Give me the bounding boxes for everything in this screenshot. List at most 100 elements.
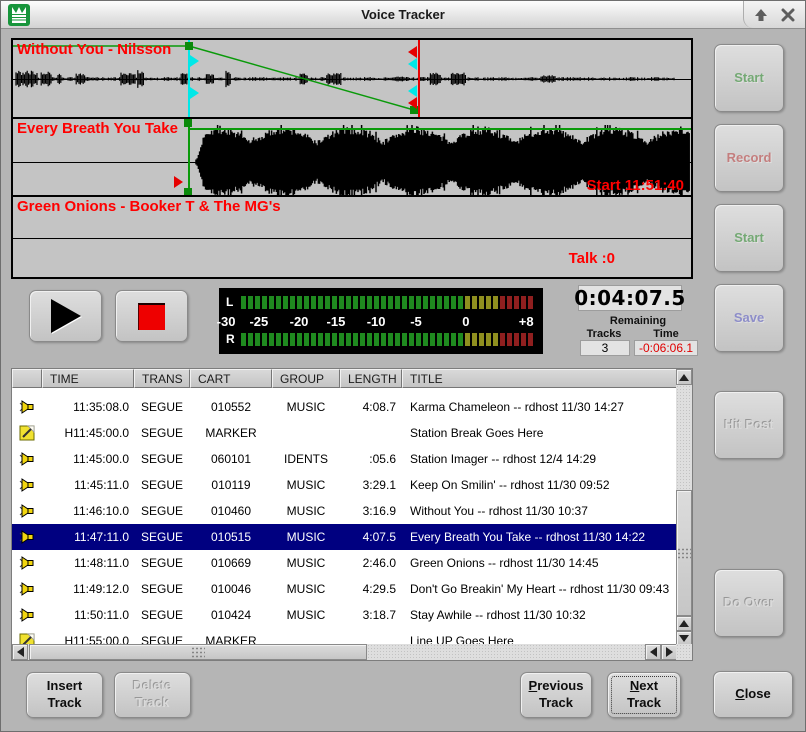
log-header-TITLE[interactable]: TITLE	[402, 369, 677, 388]
start-marker-handle-icon[interactable]	[174, 176, 183, 188]
log-rows-viewport[interactable]: 11:35:08.0SEGUE010552MUSIC4:08.7Karma Ch…	[12, 388, 677, 646]
log-row[interactable]: 11:45:11.0SEGUE010119MUSIC3:29.1Keep On …	[12, 472, 677, 498]
vscroll-thumb[interactable]	[676, 490, 692, 616]
track-panel-2[interactable]: Every Breath You Take Start 11:51:40	[13, 117, 691, 195]
track-3-title: Green Onions - Booker T & The MG's	[17, 198, 281, 215]
previous-track-button[interactable]: PreviousTrack	[520, 672, 592, 718]
save-button[interactable]: Save	[714, 284, 784, 352]
scroll-left-icon[interactable]	[645, 644, 661, 660]
log-row[interactable]: 11:35:08.0SEGUE010552MUSIC4:08.7Karma Ch…	[12, 394, 677, 420]
segue-marker-handle-icon[interactable]	[408, 85, 417, 97]
audio-cart-icon	[19, 503, 36, 519]
scroll-up-icon[interactable]	[676, 369, 692, 385]
titlebar-controls	[743, 1, 805, 28]
scroll-up-icon[interactable]	[676, 616, 692, 631]
close-window-icon[interactable]	[777, 5, 799, 25]
hit-post-button[interactable]: Hit Post	[714, 391, 784, 459]
start-track3-button[interactable]: Start	[714, 204, 784, 272]
log-row[interactable]: 11:48:11.0SEGUE010669MUSIC2:46.0Green On…	[12, 550, 677, 576]
end-marker-handle-icon[interactable]	[408, 46, 417, 58]
log-cell: MUSIC	[272, 400, 340, 414]
segue-marker-handle-icon[interactable]	[408, 58, 417, 70]
titlebar[interactable]: Voice Tracker	[1, 1, 805, 29]
meter-segment	[402, 296, 407, 309]
start-track1-button[interactable]: Start	[714, 44, 784, 112]
meter-segment	[423, 296, 428, 309]
log-cell: Every Breath You Take -- rdhost 11/30 14…	[402, 530, 677, 544]
log-cell: 4:07.5	[340, 530, 402, 544]
envelope-handle[interactable]	[185, 42, 193, 50]
log-row[interactable]: 11:47:11.0SEGUE010515MUSIC4:07.5Every Br…	[12, 524, 677, 550]
log-header-CART[interactable]: CART	[190, 369, 272, 388]
log-cell: Station Break Goes Here	[402, 426, 677, 440]
meter-segment	[430, 296, 435, 309]
audio-cart-icon	[19, 399, 36, 415]
log-row[interactable]: 11:46:10.0SEGUE010460MUSIC3:16.9Without …	[12, 498, 677, 524]
marker-note-icon	[19, 425, 35, 441]
log-cell: 11:48:11.0	[42, 556, 134, 570]
remaining-tracks-value: 3	[580, 340, 630, 356]
log-cell: Green Onions -- rdhost 11/30 14:45	[402, 556, 677, 570]
envelope-handle[interactable]	[184, 119, 192, 127]
shade-window-icon[interactable]	[750, 5, 772, 25]
envelope-handle[interactable]	[184, 188, 192, 195]
log-cell: SEGUE	[134, 530, 190, 544]
scroll-right-icon[interactable]	[661, 644, 677, 660]
end-marker-handle-icon[interactable]	[408, 97, 417, 109]
segue-start-marker-line[interactable]	[188, 40, 190, 117]
meter-segment	[339, 296, 344, 309]
segue-marker-handle-icon[interactable]	[190, 55, 199, 67]
log-header-LENGTH[interactable]: LENGTH	[340, 369, 402, 388]
stop-button[interactable]	[115, 290, 188, 342]
insert-track-button[interactable]: InsertTrack	[26, 672, 103, 718]
meter-segment	[444, 333, 449, 346]
audio-level-meter: L -30-25-20-15-10-50+8 R	[219, 288, 543, 354]
log-cell: 3:18.7	[340, 608, 402, 622]
log-cell: 010669	[190, 556, 272, 570]
do-over-button[interactable]: Do Over	[714, 569, 784, 637]
track-panel-3[interactable]: Green Onions - Booker T & The MG's Talk …	[13, 195, 691, 273]
log-header-GROUP[interactable]: GROUP	[272, 369, 340, 388]
meter-segment	[269, 296, 274, 309]
meter-segment	[395, 296, 400, 309]
audio-cart-icon	[19, 529, 36, 545]
meter-segment	[451, 333, 456, 346]
log-cell: Without You -- rdhost 11/30 10:37	[402, 504, 677, 518]
log-cell: Keep On Smilin' -- rdhost 11/30 09:52	[402, 478, 677, 492]
log-header-TIME[interactable]: TIME	[42, 369, 134, 388]
log-row[interactable]: 11:45:00.0SEGUE060101IDENTS:05.6Station …	[12, 446, 677, 472]
segue-marker-handle-icon[interactable]	[190, 87, 199, 99]
audio-cart-icon	[19, 388, 36, 389]
meter-segment	[465, 296, 470, 309]
track-start-marker-line[interactable]	[188, 119, 190, 195]
log-row[interactable]: 11:50:11.0SEGUE010424MUSIC3:18.7Stay Awh…	[12, 602, 677, 628]
delete-track-button[interactable]: DeleteTrack	[114, 672, 191, 718]
log-cell: MUSIC	[272, 504, 340, 518]
meter-segment	[388, 296, 393, 309]
log-cell: SEGUE	[134, 504, 190, 518]
end-marker-line[interactable]	[418, 40, 420, 117]
meter-segment	[318, 296, 323, 309]
log-cell: 11:49:12.0	[42, 582, 134, 596]
play-button[interactable]	[29, 290, 102, 342]
track-panel-1[interactable]: Without You - Nilsson	[13, 40, 691, 117]
scroll-left-icon[interactable]	[12, 644, 28, 660]
close-button[interactable]: Close	[713, 671, 793, 718]
log-cell: SEGUE	[134, 400, 190, 414]
meter-segment	[311, 333, 316, 346]
log-row[interactable]: 11:49:12.0SEGUE010046MUSIC4:29.5Don't Go…	[12, 576, 677, 602]
next-track-button[interactable]: NextTrack	[607, 672, 681, 718]
log-row[interactable]: H11:45:00.0SEGUEMARKERStation Break Goes…	[12, 420, 677, 446]
record-button[interactable]: Record	[714, 124, 784, 192]
horizontal-scrollbar[interactable]	[12, 644, 677, 660]
log-cell: H11:45:00.0	[42, 426, 134, 440]
log-header-TRANS[interactable]: TRANS	[134, 369, 190, 388]
gain-envelope-line[interactable]	[189, 128, 691, 130]
vscroll-trough[interactable]	[676, 385, 692, 616]
meter-scale-tick: -20	[290, 314, 309, 329]
vertical-scrollbar[interactable]	[676, 369, 692, 646]
meter-segment	[444, 296, 449, 309]
hscroll-thumb[interactable]	[29, 644, 367, 660]
meter-segment	[318, 333, 323, 346]
log-header-icon[interactable]	[12, 369, 42, 388]
